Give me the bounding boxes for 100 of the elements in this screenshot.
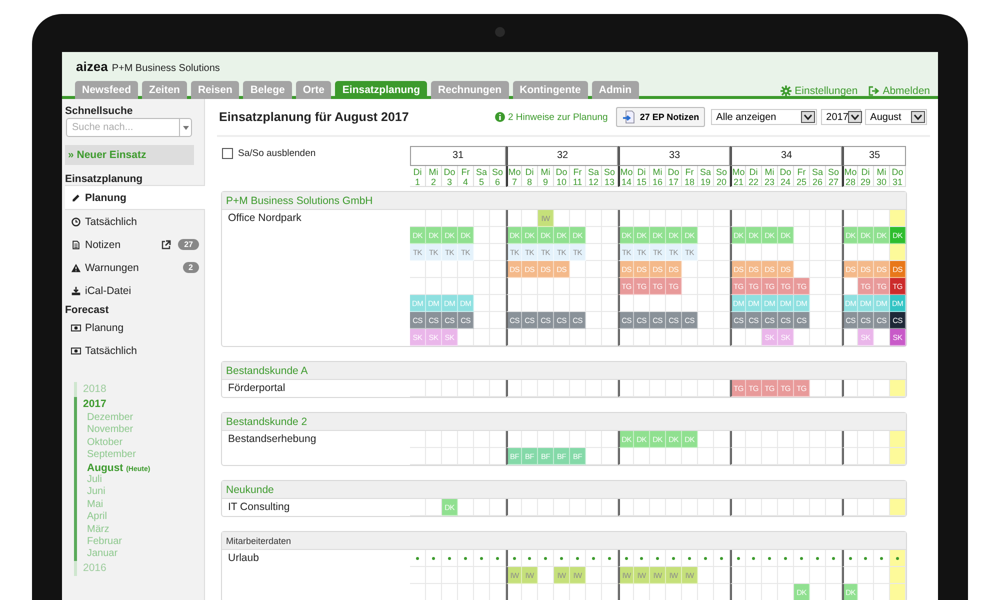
group-title: Bestandskunde 2	[226, 416, 308, 428]
caret-icon	[848, 111, 862, 123]
nav-tab[interactable]: Orte	[296, 81, 332, 99]
download-icon	[71, 286, 81, 296]
week-number: 34	[730, 146, 842, 166]
month-link[interactable]: April	[83, 511, 204, 524]
dot-icon	[849, 556, 852, 560]
dot-icon	[864, 556, 867, 560]
month-link[interactable]: September	[83, 449, 204, 462]
sidebar-item[interactable]: Planung	[65, 185, 205, 210]
month-link[interactable]: Februar	[83, 536, 204, 548]
day-header: Do 10	[554, 166, 570, 187]
month-link[interactable]: November	[83, 424, 204, 437]
day-header: Fr 4	[458, 166, 474, 187]
project-name: Förderportal	[228, 382, 286, 394]
dot-icon	[832, 556, 835, 560]
dot-icon	[464, 556, 467, 560]
nav-tab[interactable]: Reisen	[190, 81, 240, 99]
dot-icon	[416, 556, 419, 560]
dot-icon	[592, 556, 595, 560]
dot-icon	[448, 556, 451, 560]
new-assignment-button[interactable]: » Neuer Einsatz	[65, 145, 194, 165]
day-header: Fr 25	[794, 166, 810, 187]
dot-icon	[816, 556, 819, 560]
nav-tab[interactable]: Belege	[243, 81, 292, 99]
dot-icon	[752, 556, 755, 560]
month-link[interactable]: Juni	[83, 486, 204, 499]
dot-icon	[625, 556, 628, 560]
year-link[interactable]: 2017	[83, 397, 204, 412]
company-name: P+M Business Solutions	[112, 63, 220, 74]
day-header: Di 15	[634, 166, 650, 187]
checkbox-label: Sa/So ausblenden	[238, 148, 316, 158]
month-link[interactable]: Mai	[83, 498, 204, 512]
document-arrow-icon	[622, 110, 636, 124]
dot-icon	[496, 556, 499, 560]
day-header: Mo 14	[618, 166, 634, 187]
dot-icon	[768, 556, 771, 560]
dot-icon	[896, 556, 899, 560]
sidebar-item[interactable]: Tatsächlich	[65, 339, 205, 362]
week-number: 31	[410, 146, 506, 166]
month-link[interactable]: Dezember	[83, 412, 204, 424]
logout-link[interactable]: Abmelden	[868, 85, 930, 97]
day-header: Mo 21	[730, 166, 746, 187]
dot-icon	[737, 556, 740, 560]
hints-link[interactable]: 2 Hinweise zur Planung	[495, 112, 608, 122]
day-header: Di 29	[858, 166, 874, 187]
day-header: Mi 9	[538, 166, 554, 187]
notes-button[interactable]: 27 EP Notizen	[616, 107, 706, 127]
month-link[interactable]: Juli	[83, 474, 204, 486]
dropdown-button[interactable]	[179, 118, 192, 137]
search-field[interactable]: Suche nach...	[66, 118, 179, 137]
nav-tab[interactable]: Kontingente	[512, 81, 588, 99]
day-header: Mo 28	[842, 166, 858, 187]
week-number: 35	[842, 146, 906, 166]
project-name: IT Consulting	[228, 501, 290, 513]
clock-icon	[71, 216, 81, 226]
year-link[interactable]: 2018	[83, 382, 204, 397]
nav-tab[interactable]: Zeiten	[142, 81, 187, 99]
camera-dot	[495, 27, 505, 37]
sidebar-item[interactable]: Tatsächlich	[65, 210, 205, 233]
section-title: Forecast	[65, 304, 110, 316]
month-link[interactable]: Januar	[83, 548, 204, 561]
day-header: Di 8	[522, 166, 538, 187]
count-badge: 27	[178, 239, 199, 250]
dropdown[interactable]: Alle anzeigen	[711, 109, 818, 125]
count-badge: 2	[182, 262, 199, 273]
pencil-icon	[71, 192, 81, 202]
dot-icon	[560, 556, 563, 560]
sidebar-item[interactable]: Warnungen 2	[65, 256, 205, 279]
dot-icon	[672, 556, 675, 560]
dot-icon	[608, 556, 611, 560]
project-name: Urlaub	[228, 552, 259, 564]
day-header: Do 31	[890, 166, 906, 187]
dot-icon	[800, 556, 803, 560]
settings-link[interactable]: Einstellungen	[780, 85, 858, 97]
nav-tab[interactable]: Admin	[592, 81, 639, 99]
day-header: Do 3	[442, 166, 458, 187]
dot-icon	[704, 556, 707, 560]
dot-icon	[720, 556, 723, 560]
dropdown[interactable]: August	[865, 109, 928, 125]
dropdown[interactable]: 2017	[821, 109, 862, 125]
dot-icon	[576, 556, 579, 560]
sidebar-item[interactable]: Notizen 27	[65, 233, 205, 256]
dot-icon	[432, 556, 435, 560]
dot-icon	[513, 556, 516, 560]
month-link[interactable]: März	[83, 524, 204, 536]
section-title: Schnellsuche	[65, 105, 134, 117]
nav-tab[interactable]: Einsatzplanung	[335, 81, 428, 99]
day-header: Fr 18	[682, 166, 698, 187]
nav-tab[interactable]: Newsfeed	[75, 81, 138, 99]
day-header: Mo 7	[506, 166, 522, 187]
day-header: So 6	[490, 166, 506, 187]
sidebar-item[interactable]: Planung	[65, 316, 205, 339]
year-link[interactable]: 2016	[83, 560, 204, 576]
sidebar-item[interactable]: iCal-Datei	[65, 279, 205, 302]
month-link[interactable]: Oktober	[83, 436, 204, 450]
nav-tab[interactable]: Rechnungen	[431, 81, 509, 99]
checkbox[interactable]	[222, 148, 233, 158]
day-header: Mi 16	[650, 166, 666, 187]
week-number: 32	[506, 146, 618, 166]
